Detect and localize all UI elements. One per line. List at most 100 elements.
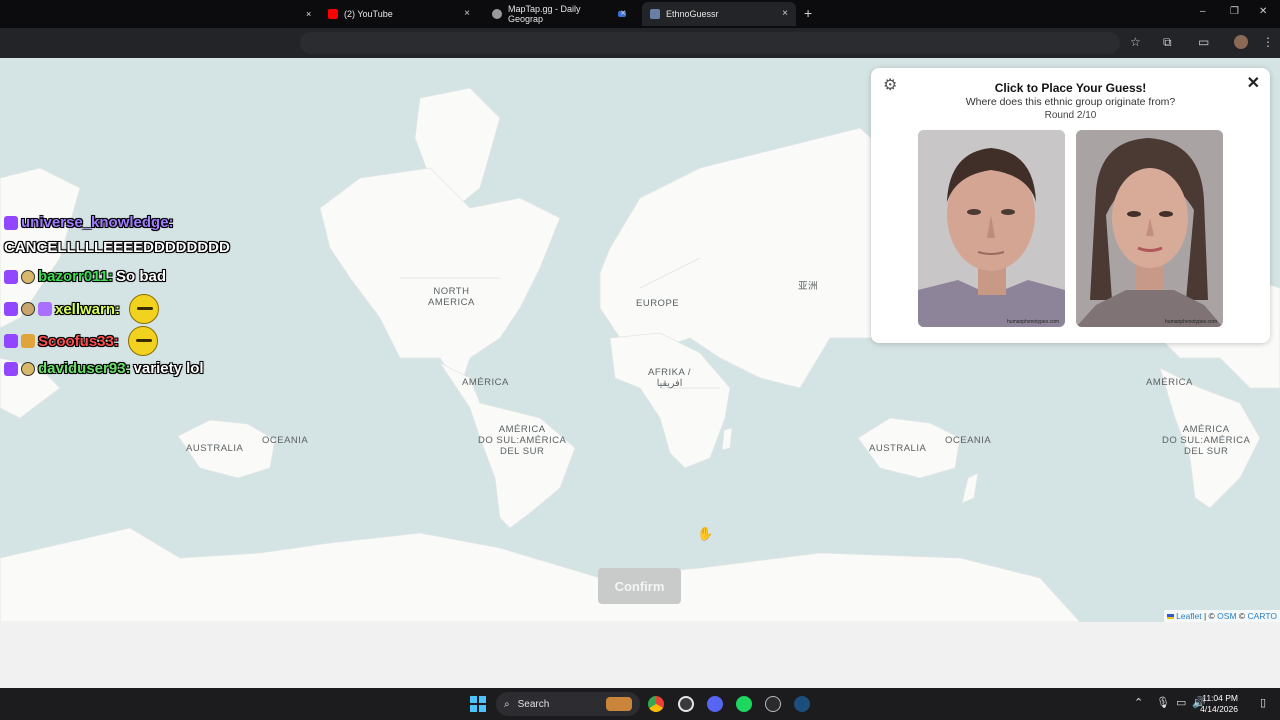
tab-ethnoguessr-title: EthnoGuessr (666, 9, 719, 19)
map-label-australia-right: AUSTRALIA (869, 443, 927, 454)
map-label-australia-left: AUSTRALIA (186, 443, 244, 454)
windows-taskbar: ⌕ Search ⌃ 🎙 ▭ 🔊 11:04 PM 4/14/2026 ▯ (0, 688, 1280, 720)
map-label-south-america-right: AMÉRICA DO SUL:AMÉRICA DEL SUR (1162, 424, 1251, 457)
extensions-icon[interactable]: ⧉ (1163, 35, 1172, 49)
subscriber-badge-icon (38, 302, 52, 316)
browser-tab-bar: (2) YouTube × MapTap.gg - Daily Geograp … (0, 0, 1280, 28)
twitch-badge-icon (4, 269, 18, 284)
close-icon[interactable]: × (782, 8, 788, 19)
maximize-icon[interactable]: ❐ (1230, 6, 1239, 17)
map-label-america-left: AMÉRICA (462, 377, 509, 388)
chat-message: variety lol (133, 360, 204, 377)
bookmark-star-icon[interactable]: ☆ (1130, 35, 1141, 49)
panel-subtitle: Where does this ethnic group originate f… (965, 96, 1176, 108)
chat-username: xellwarn: (55, 300, 121, 318)
steam-icon[interactable] (794, 696, 810, 712)
youtube-icon (328, 9, 338, 19)
spotify-icon[interactable] (736, 696, 752, 712)
close-icon[interactable]: × (620, 8, 626, 19)
map-attribution: Leaflet | © OSM © CARTO (1164, 610, 1280, 622)
leaflet-link[interactable]: Leaflet (1176, 611, 1202, 621)
microphone-icon[interactable]: 🎙 (1156, 697, 1170, 709)
chat-message: So bad (116, 268, 167, 285)
female-phenotype-image: humanphenotypes.com (1076, 130, 1223, 327)
guess-panel: ⚙ ✕ Click to Place Your Guess! Where doe… (871, 68, 1270, 343)
system-clock[interactable]: 11:04 PM 4/14/2026 (1200, 693, 1238, 715)
tab-ethnoguessr[interactable]: EthnoGuessr × (642, 2, 796, 26)
close-icon[interactable]: × (464, 8, 470, 19)
prime-badge-icon (21, 269, 35, 284)
attribution-and: © (1236, 611, 1248, 621)
confirm-button[interactable]: Confirm (598, 568, 681, 604)
map-label-asia: 亚洲 (798, 281, 819, 292)
map-label-oceania-right: OCEANIA (945, 435, 992, 446)
discord-icon[interactable] (707, 696, 723, 712)
chat-username: daviduser93: (38, 360, 131, 377)
new-tab-button[interactable]: + (804, 6, 812, 20)
tab-maptap-title: MapTap.gg - Daily Geograp (508, 4, 581, 24)
chat-line: bazorr011: So bad (4, 268, 166, 285)
address-bar[interactable] (300, 32, 1120, 54)
map-label-america-right: AMÉRICA (1146, 377, 1193, 388)
tab-youtube-title: (2) YouTube (344, 9, 393, 19)
windows-start-icon[interactable] (470, 696, 486, 712)
chat-line: CANCELLLLLEEEEDDDDDDDD (4, 239, 230, 256)
carto-link[interactable]: CARTO (1248, 611, 1277, 621)
map-label-north-america: NORTH AMERICA (428, 286, 475, 308)
network-icon[interactable]: ▭ (1176, 697, 1186, 709)
twitch-badge-icon (4, 361, 18, 376)
chat-line-partial: universe_knowledge: (4, 214, 174, 231)
taskbar-search-label: Search (517, 698, 550, 710)
close-icon[interactable]: × (306, 9, 311, 19)
browser-toolbar: ☆ ⧉ ▭ ⋮ (0, 28, 1280, 58)
chat-line: xellwarn: (4, 294, 160, 324)
tray-chevron-icon[interactable]: ⌃ (1134, 697, 1143, 709)
app-icon[interactable] (765, 696, 781, 712)
tab-partial-close[interactable]: × (300, 2, 320, 26)
pin-icon (492, 9, 502, 19)
male-face-illustration (918, 130, 1065, 327)
screen: (2) YouTube × MapTap.gg - Daily Geograp … (0, 0, 1280, 720)
page-footer-area (0, 622, 1280, 688)
watermark-left: humanphenotypes.com (1007, 319, 1059, 325)
map-label-south-america-left: AMÉRICA DO SUL:AMÉRICA DEL SUR (478, 424, 567, 457)
clock-date: 4/14/2026 (1200, 704, 1238, 714)
cast-icon[interactable]: ▭ (1198, 35, 1209, 49)
leaflet-flag-icon (1167, 614, 1175, 619)
emote-icon (127, 326, 158, 356)
chat-line: Scoofus33: (4, 326, 158, 356)
round-counter: Round 2/10 (1044, 110, 1097, 121)
window-close-icon[interactable]: ✕ (1259, 6, 1267, 17)
map-label-africa: AFRIKA / افريقيا (648, 367, 692, 389)
search-highlight-icon (606, 697, 632, 711)
chat-line: daviduser93: variety lol (4, 360, 204, 377)
map-label-europe: EUROPE (636, 298, 680, 309)
globe-icon (650, 9, 660, 19)
tab-youtube[interactable]: (2) YouTube × (320, 2, 478, 26)
twitch-badge-icon (4, 215, 18, 230)
notifications-icon[interactable]: ▯ (1260, 697, 1266, 709)
obs-icon[interactable] (678, 696, 694, 712)
chrome-icon[interactable] (648, 696, 664, 712)
emote-icon (129, 294, 160, 324)
minimize-icon[interactable]: – (1200, 6, 1206, 17)
female-face-illustration (1076, 130, 1223, 327)
clock-time: 11:04 PM (1202, 693, 1238, 703)
chat-message: CANCELLLLLEEEEDDDDDDDD (4, 239, 230, 256)
tab-maptap[interactable]: MapTap.gg - Daily Geograp × (484, 2, 634, 26)
osm-link[interactable]: OSM (1217, 611, 1236, 621)
menu-icon[interactable]: ⋮ (1262, 35, 1274, 49)
watermark-right: humanphenotypes.com (1165, 319, 1217, 325)
taskbar-search[interactable]: ⌕ Search (496, 692, 640, 716)
twitch-badge-icon (4, 334, 18, 348)
map-label-oceania-left: OCEANIA (262, 435, 309, 446)
search-icon: ⌕ (504, 698, 510, 710)
gift-badge-icon (21, 302, 35, 316)
chat-username: bazorr011: (38, 268, 114, 285)
profile-avatar[interactable] (1234, 35, 1248, 49)
chat-username: universe_knowledge: (21, 214, 174, 231)
bits-badge-icon (21, 334, 35, 348)
hand-cursor-icon: ✋ (697, 526, 714, 541)
male-phenotype-image: humanphenotypes.com (918, 130, 1065, 327)
panel-title: Click to Place Your Guess! (994, 81, 1147, 95)
